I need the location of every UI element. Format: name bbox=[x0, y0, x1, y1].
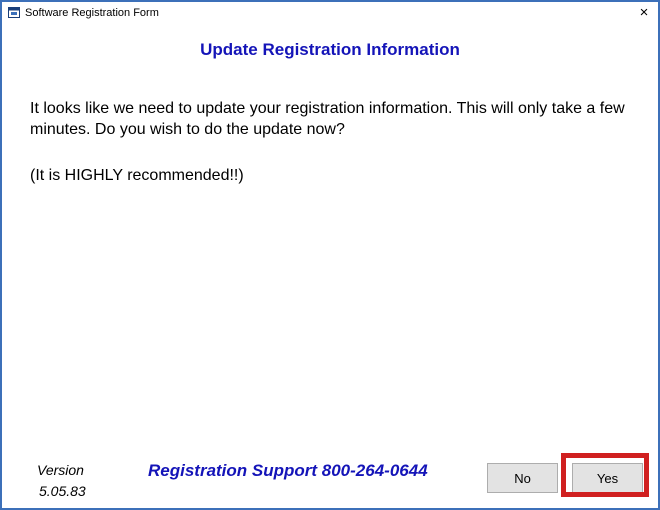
no-button[interactable]: No bbox=[487, 463, 558, 493]
yes-button[interactable]: Yes bbox=[572, 463, 643, 493]
support-phone-text: Registration Support 800-264-0644 bbox=[148, 461, 428, 480]
version-number: 5.05.83 bbox=[39, 483, 86, 499]
dialog-heading: Update Registration Information bbox=[200, 40, 460, 59]
update-message: It looks like we need to update your reg… bbox=[30, 100, 625, 138]
version-label: Version bbox=[37, 462, 84, 478]
registration-window: Software Registration Form × Update Regi… bbox=[0, 0, 660, 510]
window-title: Software Registration Form bbox=[25, 7, 159, 19]
close-button[interactable]: × bbox=[634, 3, 654, 23]
recommendation-text: (It is HIGHLY recommended!!) bbox=[30, 167, 244, 184]
title-bar[interactable]: Software Registration Form × bbox=[2, 2, 658, 24]
app-window-icon bbox=[8, 7, 20, 18]
